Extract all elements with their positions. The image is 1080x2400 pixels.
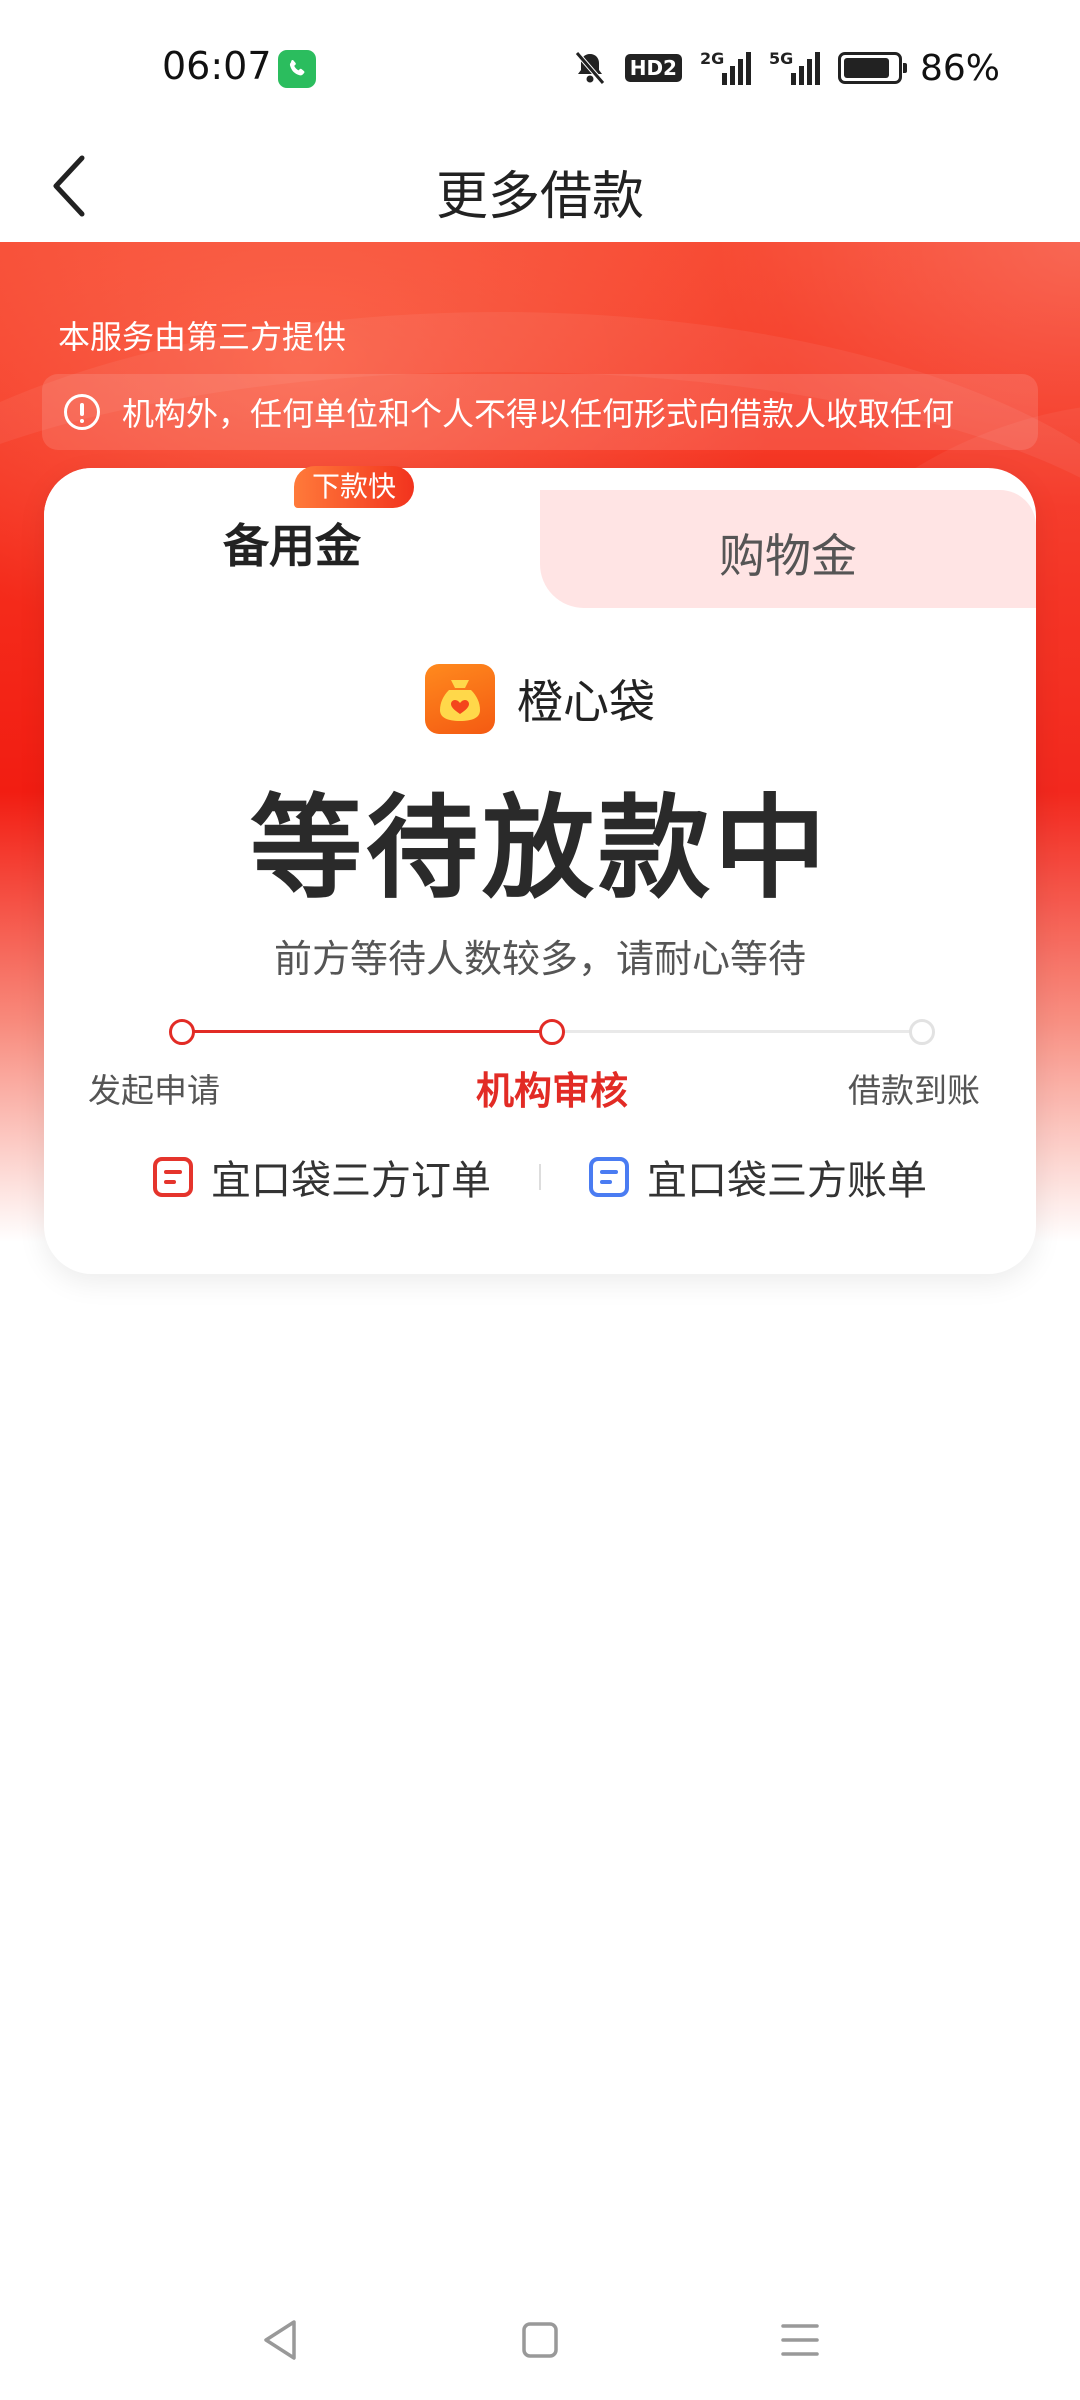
third-party-links: 宜口袋三方订单 宜口袋三方账单 xyxy=(44,1148,1036,1206)
step-label-arrival: 借款到账 xyxy=(848,1071,980,1110)
loan-status-title: 等待放款中 xyxy=(250,784,830,914)
step-dot-review xyxy=(539,1019,565,1045)
signal-5g-icon: 5G xyxy=(769,49,820,85)
tab-reserve-fund-label: 备用金 xyxy=(223,519,361,573)
nav-menu-button[interactable] xyxy=(770,2310,830,2370)
triangle-back-icon xyxy=(264,2320,296,2360)
third-party-order-link[interactable]: 宜口袋三方订单 xyxy=(153,1148,491,1206)
signal-2g-icon: 2G xyxy=(700,49,751,85)
fast-payout-badge: 下款快 xyxy=(294,466,415,508)
status-icons: HD2 2G 5G 86% xyxy=(573,46,1000,90)
step-label-apply: 发起申请 xyxy=(88,1071,220,1110)
phone-call-icon xyxy=(278,50,316,88)
progress-line-pending xyxy=(552,1030,922,1033)
battery-percent: 86% xyxy=(919,47,1000,89)
order-document-icon xyxy=(153,1157,193,1197)
third-party-provider-text: 本服务由第三方提供 xyxy=(58,318,347,356)
nav-home-button[interactable] xyxy=(510,2310,570,2370)
alert-circle-icon xyxy=(64,394,100,430)
lender-name: 橙心袋 xyxy=(517,675,655,729)
step-label-review: 机构审核 xyxy=(475,1069,628,1113)
notice-text: 机构外，任何单位和个人不得以任何形式向借款人收取任何 xyxy=(122,395,955,433)
lender-brand: 橙心袋 xyxy=(44,664,1036,734)
mute-bell-icon xyxy=(574,51,605,85)
third-party-order-label: 宜口袋三方订单 xyxy=(211,1158,491,1204)
loan-status-subtitle: 前方等待人数较多，请耐心等待 xyxy=(273,937,806,981)
third-party-bill-link[interactable]: 宜口袋三方账单 xyxy=(589,1148,927,1206)
battery-icon xyxy=(837,52,907,84)
page-title: 更多借款 xyxy=(435,167,644,227)
hd-voice-icon: HD2 xyxy=(624,54,682,82)
bill-document-icon xyxy=(589,1157,629,1197)
money-bag-logo-icon xyxy=(425,664,495,734)
menu-lines-icon xyxy=(781,2324,819,2356)
system-navigation-bar xyxy=(0,2290,1080,2380)
page-header: 更多借款 xyxy=(0,130,1080,242)
square-home-icon xyxy=(522,2322,558,2358)
loan-progress-stepper: 发起申请 机构审核 借款到账 xyxy=(44,1016,1036,1113)
nav-back-button[interactable] xyxy=(250,2310,310,2370)
status-time: 06:07 xyxy=(162,44,272,88)
step-dot-apply xyxy=(169,1019,195,1045)
battery-fill xyxy=(843,58,889,78)
third-party-bill-label: 宜口袋三方账单 xyxy=(647,1158,927,1204)
progress-line-completed xyxy=(182,1030,552,1033)
loan-card: 备用金 购物金 下款快 橙心袋 等待放款中 前方等待人数较多，请耐心等待 发起申… xyxy=(44,466,1036,1274)
link-divider xyxy=(539,1164,541,1190)
step-dot-arrival xyxy=(909,1019,935,1045)
status-bar: 06:07 HD2 2G 5G 86% xyxy=(0,0,1080,130)
notice-bar: 机构外，任何单位和个人不得以任何形式向借款人收取任何 xyxy=(42,374,1038,450)
tab-shopping-fund-label: 购物金 xyxy=(719,529,857,583)
